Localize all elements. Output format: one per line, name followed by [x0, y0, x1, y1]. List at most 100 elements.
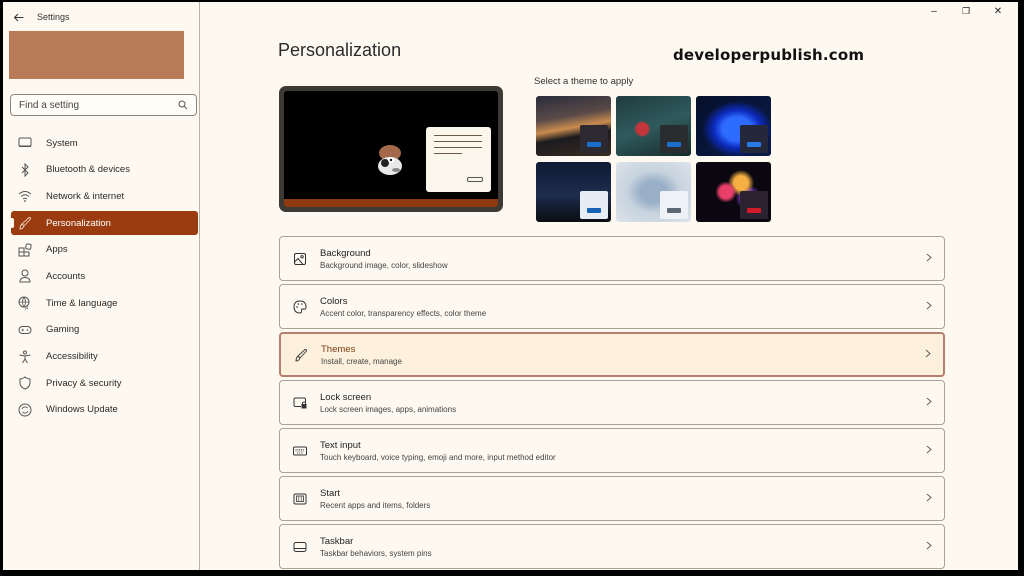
card-text: Colors Accent color, transparency effects…: [320, 296, 486, 318]
shield-icon: [17, 375, 33, 391]
chevron-right-icon: [926, 541, 932, 553]
card-text: Background Background image, color, slide…: [320, 248, 448, 270]
sidebar-item-label: Gaming: [46, 324, 80, 336]
sidebar-item-label: Apps: [46, 244, 68, 256]
sidebar-item-label: Bluetooth & devices: [46, 164, 130, 176]
watermark: developerpublish.com: [673, 46, 865, 64]
card-subtitle: Lock screen images, apps, animations: [320, 404, 457, 414]
sidebar-item-windows-update[interactable]: Windows Update: [11, 398, 198, 422]
bluetooth-icon: [17, 162, 33, 178]
chevron-right-icon: [925, 349, 931, 361]
theme-window-chip: [660, 191, 688, 219]
search-input[interactable]: [19, 99, 169, 111]
settings-card-colors[interactable]: Colors Accent color, transparency effects…: [279, 284, 945, 329]
card-text: Lock screen Lock screen images, apps, ani…: [320, 392, 456, 414]
theme-thumbnail[interactable]: [616, 162, 691, 222]
settings-card-lock-screen[interactable]: Lock screen Lock screen images, apps, ani…: [279, 380, 945, 425]
gamepad-icon: [17, 322, 33, 338]
theme-thumbnail[interactable]: [536, 162, 611, 222]
card-title: Themes: [321, 343, 356, 355]
card-title: Lock screen: [320, 391, 372, 403]
svg-text:A: A: [25, 306, 29, 311]
restore-button[interactable]: ❐: [950, 4, 982, 18]
sidebar-item-system[interactable]: System: [11, 131, 198, 155]
image-icon: [292, 251, 308, 267]
search-icon[interactable]: [178, 100, 188, 110]
card-text: Taskbar Taskbar behaviors, system pins: [320, 536, 432, 558]
keyboard-icon: [292, 443, 308, 459]
theme-thumbnail[interactable]: [696, 162, 771, 222]
theme-accent-bar: [747, 142, 761, 147]
sidebar-item-network-internet[interactable]: Network & internet: [11, 184, 198, 208]
brush-icon: [293, 347, 309, 363]
sidebar-item-accounts[interactable]: Accounts: [11, 264, 198, 288]
theme-accent-bar: [587, 142, 601, 147]
account-banner[interactable]: [9, 31, 184, 79]
close-button[interactable]: ✕: [982, 4, 1014, 18]
card-subtitle: Background image, color, slideshow: [320, 260, 448, 270]
theme-window-chip: [580, 191, 608, 219]
theme-window-chip: [580, 125, 608, 153]
sidebar-item-label: Privacy & security: [46, 377, 122, 389]
theme-thumbnail[interactable]: [536, 96, 611, 156]
person-icon: [17, 268, 33, 284]
card-title: Taskbar: [320, 535, 354, 547]
card-title: Colors: [320, 295, 348, 307]
apps-icon: [17, 242, 33, 258]
search-box[interactable]: [10, 94, 197, 116]
sidebar-item-apps[interactable]: Apps: [11, 238, 198, 262]
chevron-right-icon: [926, 445, 932, 457]
preview-wallpaper-art: [378, 145, 402, 175]
preview-taskbar: [284, 199, 498, 207]
close-icon: ✕: [993, 5, 1003, 17]
preview-window-button: [467, 177, 483, 182]
sidebar-item-label: Accounts: [46, 270, 86, 282]
sidebar-item-label: Network & internet: [46, 190, 125, 202]
sidebar-item-privacy-security[interactable]: Privacy & security: [11, 371, 198, 395]
sidebar-item-accessibility[interactable]: Accessibility: [11, 345, 198, 369]
theme-window-chip: [740, 125, 768, 153]
back-arrow-icon: [13, 13, 23, 21]
titlebar: Settings: [11, 10, 70, 24]
card-subtitle: Taskbar behaviors, system pins: [320, 548, 432, 558]
card-subtitle: Accent color, transparency effects, colo…: [320, 308, 487, 318]
back-button[interactable]: [11, 10, 25, 24]
settings-card-background[interactable]: Background Background image, color, slide…: [279, 236, 945, 281]
settings-card-text-input[interactable]: Text input Touch keyboard, voice typing, …: [279, 428, 945, 473]
minimize-button[interactable]: –: [918, 4, 950, 18]
settings-card-start[interactable]: Start Recent apps and items, folders: [279, 476, 945, 521]
theme-window-chip: [660, 125, 688, 153]
theme-preview[interactable]: [279, 86, 503, 212]
start-icon: [292, 491, 308, 507]
page-title: Personalization: [278, 40, 402, 60]
theme-accent-bar: [667, 208, 681, 213]
theme-accent-bar: [667, 142, 681, 147]
restore-icon: ❐: [961, 5, 971, 16]
settings-card-taskbar[interactable]: Taskbar Taskbar behaviors, system pins: [279, 524, 945, 569]
sidebar-item-personalization[interactable]: Personalization: [11, 211, 198, 236]
theme-thumbnail[interactable]: [696, 96, 771, 156]
wifi-icon: [17, 188, 33, 204]
card-title: Start: [320, 487, 341, 499]
monitor-icon: [17, 135, 33, 151]
settings-card-themes[interactable]: Themes Install, create, manage: [279, 332, 945, 377]
theme-accent-bar: [747, 208, 761, 213]
update-icon: [17, 402, 33, 418]
theme-thumbnail[interactable]: [616, 96, 691, 156]
chevron-right-icon: [926, 301, 932, 313]
window-controls: – ❐ ✕: [918, 4, 1014, 18]
sidebar-item-label: System: [46, 137, 78, 149]
sidebar-nav: System Bluetooth & devices Network & inter…: [11, 131, 198, 425]
sidebar-item-bluetooth-devices[interactable]: Bluetooth & devices: [11, 158, 198, 182]
card-subtitle: Install, create, manage: [321, 356, 402, 366]
sidebar-item-gaming[interactable]: Gaming: [11, 318, 198, 342]
chevron-right-icon: [926, 397, 932, 409]
accessibility-icon: [17, 349, 33, 365]
minimize-icon: –: [931, 5, 937, 17]
sidebar-item-time-language[interactable]: A Time & language: [11, 291, 198, 315]
sidebar: Settings System Bluetooth & devices Networ…: [3, 2, 200, 570]
theme-grid: [536, 96, 771, 222]
card-text: Text input Touch keyboard, voice typing, …: [320, 440, 556, 462]
card-subtitle: Recent apps and items, folders: [320, 500, 431, 510]
globe-language-icon: A: [17, 295, 33, 311]
